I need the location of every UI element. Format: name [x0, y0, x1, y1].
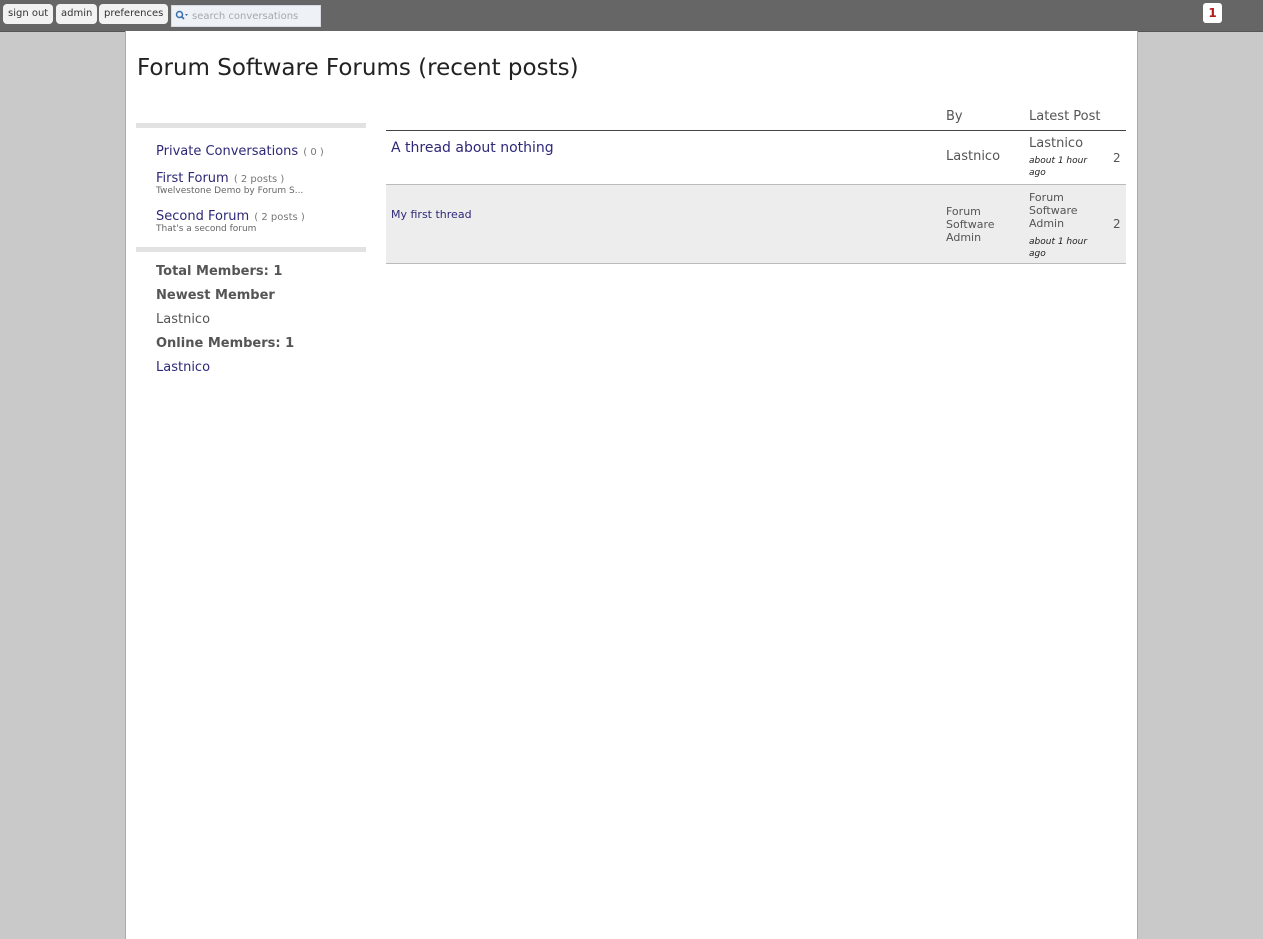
newest-member-label: Newest Member — [156, 288, 275, 303]
latest-post: Forum Software Admin about 1 hour ago — [1029, 191, 1099, 260]
latest-post-time: about 1 hour ago — [1029, 156, 1088, 178]
page-title: Forum Software Forums (recent posts) — [137, 55, 579, 81]
forum-post-count: ( 2 posts ) — [233, 174, 285, 185]
thread-table-header: By Latest Post — [386, 105, 1126, 131]
latest-post: Lastnico about 1 hour ago — [1029, 137, 1099, 179]
search-icon[interactable] — [175, 10, 189, 22]
online-members-label: Online Members: 1 — [156, 336, 295, 351]
forum-list: Private Conversations ( 0 ) First Forum … — [136, 128, 366, 235]
thread-title-link[interactable]: My first thread — [391, 208, 472, 221]
total-members: Total Members: 1 — [156, 264, 283, 279]
online-member-link[interactable]: Lastnico — [156, 360, 366, 375]
forum-item-second-forum: Second Forum ( 2 posts ) That's a second… — [156, 205, 366, 235]
sidebar: Private Conversations ( 0 ) First Forum … — [136, 123, 366, 375]
search-input[interactable] — [192, 8, 316, 24]
table-row: A thread about nothing Lastnico Lastnico… — [386, 131, 1126, 185]
forum-description: Twelvestone Demo by Forum S... — [156, 186, 304, 196]
forum-link[interactable]: Private Conversations — [156, 144, 298, 159]
forum-link[interactable]: Second Forum — [156, 209, 249, 224]
sign-out-button[interactable]: sign out — [3, 4, 54, 24]
notification-badge[interactable]: 1 — [1203, 3, 1222, 23]
latest-post-author: Forum Software Admin — [1029, 191, 1078, 230]
forum-item-first-forum: First Forum ( 2 posts ) Twelvestone Demo… — [156, 167, 366, 197]
column-header-by: By — [946, 109, 963, 124]
forum-post-count: ( 2 posts ) — [254, 212, 305, 223]
forum-link[interactable]: First Forum — [156, 171, 229, 186]
admin-button[interactable]: admin — [56, 4, 98, 24]
preferences-button[interactable]: preferences — [99, 4, 169, 24]
reply-count: 2 — [1113, 217, 1121, 231]
forum-item-private-conversations: Private Conversations ( 0 ) — [156, 140, 366, 159]
member-stats: Total Members: 1 Newest Member Lastnico … — [136, 252, 366, 375]
latest-post-author: Lastnico — [1029, 136, 1084, 151]
thread-author: Lastnico — [946, 149, 1001, 164]
main-page: Forum Software Forums (recent posts) Pri… — [125, 31, 1138, 939]
search-box — [171, 5, 321, 27]
newest-member-value: Lastnico — [156, 312, 211, 327]
table-row: My first thread Forum Software Admin For… — [386, 185, 1126, 264]
thread-table: By Latest Post A thread about nothing La… — [386, 105, 1126, 264]
column-header-latest-post: Latest Post — [1029, 109, 1101, 124]
reply-count: 2 — [1113, 151, 1121, 165]
latest-post-time: about 1 hour ago — [1029, 237, 1088, 259]
forum-post-count: ( 0 ) — [303, 147, 324, 158]
thread-author: Forum Software Admin — [946, 205, 995, 244]
thread-title-link[interactable]: A thread about nothing — [391, 140, 554, 156]
top-bar: sign out admin preferences 1 — [0, 0, 1263, 32]
forum-description: That's a second forum — [156, 224, 257, 234]
